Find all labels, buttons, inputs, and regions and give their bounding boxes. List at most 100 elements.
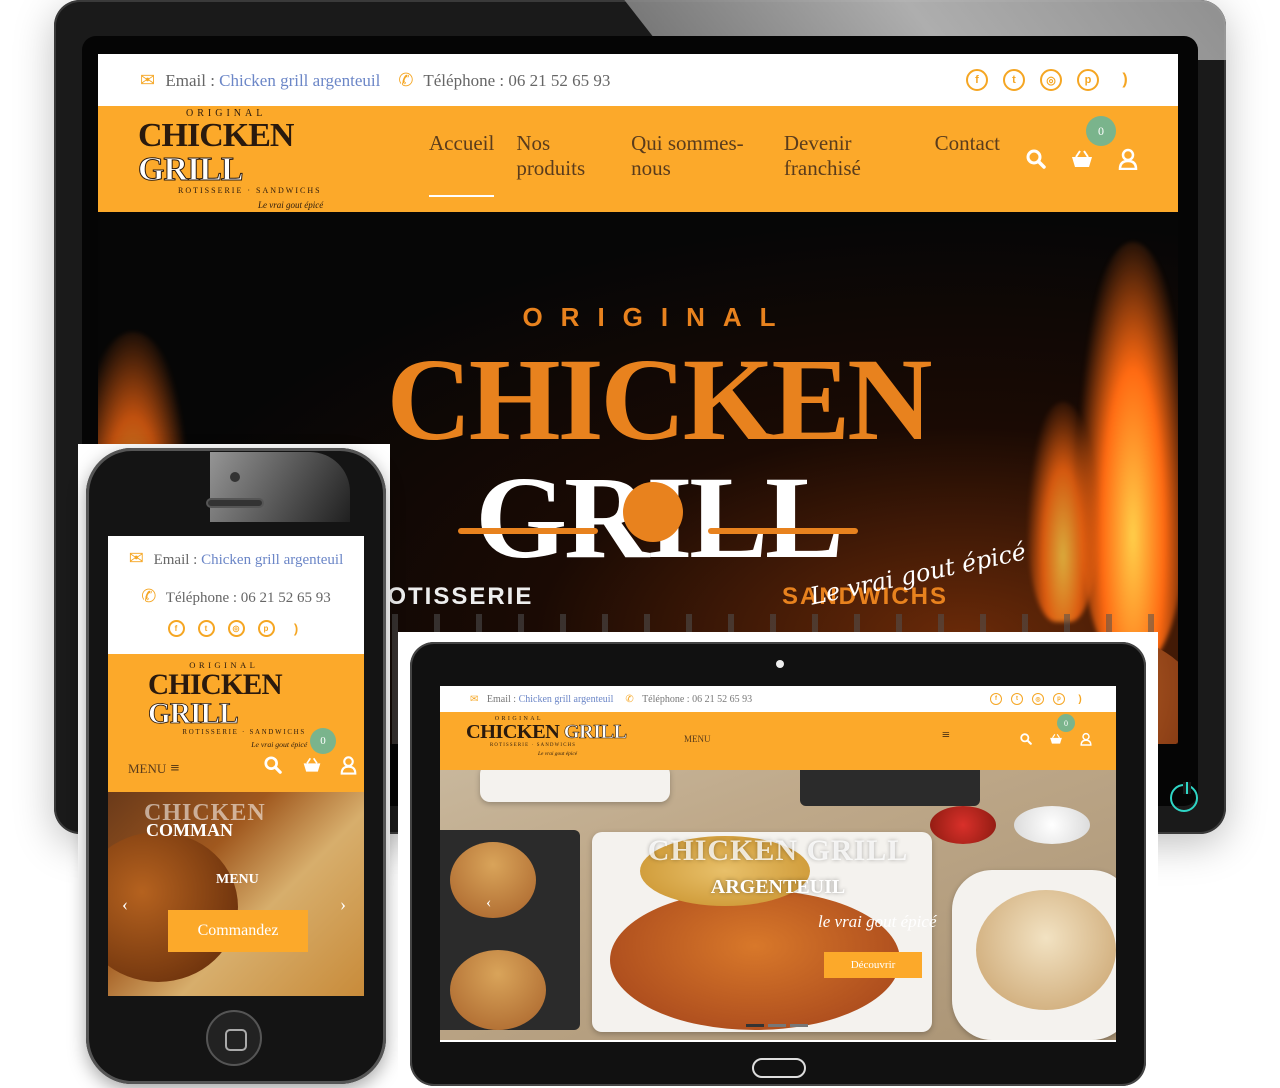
- flame-right: [1078, 242, 1178, 662]
- facebook-icon[interactable]: f: [990, 693, 1002, 705]
- email-info: ✉ Email : Chicken grill argenteuil: [140, 70, 380, 91]
- contact-info: ✉ Email : Chicken grill argenteuil ✆ Tél…: [140, 70, 610, 91]
- site-logo[interactable]: ORIGINAL CHICKEN GRILL ROTISSERIE · SAND…: [138, 108, 381, 210]
- phone-label: Téléphone :: [423, 70, 505, 90]
- decouvrir-button[interactable]: Découvrir: [824, 952, 922, 978]
- user-icon[interactable]: [340, 755, 357, 775]
- chevron-right-icon[interactable]: ›: [340, 894, 346, 915]
- tablet-screen: ✉ Email : Chicken grill argenteuil ✆ Tél…: [440, 686, 1116, 1042]
- nav-accueil[interactable]: Accueil: [429, 131, 495, 197]
- chicken-leg-icon: [623, 482, 683, 542]
- tablet-contact-bar: ✉ Email : Chicken grill argenteuil ✆ Tél…: [440, 686, 1116, 712]
- commandez-button[interactable]: Commandez: [168, 910, 308, 952]
- twitter-icon[interactable]: t: [197, 620, 215, 637]
- rss-icon[interactable]: ): [1074, 693, 1086, 705]
- search-icon[interactable]: [1020, 733, 1032, 745]
- twitter-icon[interactable]: t: [1011, 693, 1023, 705]
- chevron-left-icon[interactable]: ‹: [486, 894, 491, 912]
- search-icon[interactable]: [1026, 149, 1046, 169]
- cart-count-badge: 0: [1057, 714, 1075, 732]
- phone-camera: [230, 472, 240, 482]
- slider-dot[interactable]: [790, 1024, 808, 1027]
- user-icon[interactable]: [1118, 148, 1138, 170]
- phone-hero-sub: MENU: [216, 872, 259, 887]
- tablet-site-logo[interactable]: ORIGINAL CHICKEN GRILL ROTISSERIE · SAND…: [466, 716, 627, 756]
- slider-dot-active[interactable]: [746, 1024, 764, 1027]
- phone-social-links: f t ◎ p ): [108, 612, 364, 652]
- phone-site-logo[interactable]: ORIGINAL CHICKEN GRILL ROTISSERIE · SAND…: [148, 662, 334, 749]
- tablet-hero-tagline: le vrai gout épicé: [818, 912, 937, 931]
- phone-menu-toggle[interactable]: MENU ≡: [128, 760, 179, 778]
- social-links: f t ◎ p ): [966, 69, 1136, 91]
- tablet-home-button: [752, 1058, 806, 1078]
- email-link[interactable]: Chicken grill argenteuil: [519, 694, 614, 705]
- rss-icon[interactable]: ): [1114, 69, 1136, 91]
- phone-info: ✆ Téléphone : 06 21 52 65 93: [398, 70, 610, 91]
- tablet-social-links: f t ◎ p ): [990, 693, 1086, 705]
- phone-number[interactable]: 06 21 52 65 93: [241, 590, 331, 606]
- instagram-icon[interactable]: ◎: [227, 620, 245, 637]
- hamburger-icon[interactable]: ≡: [942, 728, 950, 744]
- envelope-icon: ✉: [470, 693, 479, 705]
- email-link[interactable]: Chicken grill argenteuil: [219, 71, 380, 90]
- instagram-icon[interactable]: ◎: [1040, 69, 1062, 91]
- cart-count-badge: 0: [1086, 116, 1116, 146]
- tablet-navbar: ORIGINAL CHICKEN GRILL ROTISSERIE · SAND…: [440, 712, 1116, 770]
- tablet-hero-title: CHICKEN GRILL: [647, 834, 909, 867]
- cart-count-badge: 0: [310, 728, 336, 754]
- phone-hero: CHICKEN COMMAN MENU ‹ › Commandez: [108, 792, 364, 996]
- phone-hero-headline: COMMAN: [146, 820, 233, 840]
- phone-gloss: [210, 452, 350, 522]
- basket-icon[interactable]: [1070, 149, 1094, 169]
- nav-devenir-franchise[interactable]: Devenir franchisé: [784, 131, 913, 187]
- pinterest-icon[interactable]: p: [1077, 69, 1099, 91]
- spatula-icon: [708, 528, 858, 534]
- phone-number[interactable]: 06 21 52 65 93: [508, 71, 610, 90]
- nav-icons: [1026, 148, 1138, 170]
- panini: [976, 890, 1116, 1010]
- power-button-icon: [1170, 782, 1198, 812]
- search-icon[interactable]: [264, 756, 282, 774]
- slate-board-top: [800, 770, 980, 806]
- flame-right-2: [1028, 402, 1098, 622]
- phone-speaker: [206, 498, 264, 508]
- chevron-left-icon[interactable]: ‹: [122, 894, 128, 915]
- rss-icon[interactable]: ): [288, 620, 305, 637]
- phone-navbar: ORIGINAL CHICKEN GRILL ROTISSERIE · SAND…: [108, 654, 364, 792]
- phone-icon: ✆: [398, 69, 414, 90]
- burger-2: [450, 950, 546, 1030]
- tablet-menu-label[interactable]: MENU: [684, 734, 711, 744]
- tablet-hero-subtitle: ARGENTEUIL: [710, 876, 846, 898]
- hamburger-icon: ≡: [170, 760, 180, 777]
- envelope-icon: ✉: [128, 548, 144, 568]
- main-menu: Accueil Nos produits Qui sommes-nous Dev…: [429, 131, 1000, 197]
- envelope-icon: ✉: [140, 69, 156, 90]
- main-navbar: ORIGINAL CHICKEN GRILL ROTISSERIE · SAND…: [98, 106, 1178, 212]
- phone-number[interactable]: 06 21 52 65 93: [692, 694, 752, 705]
- phone-icon: ✆: [625, 693, 634, 705]
- fork-icon: [458, 528, 598, 534]
- tablet-contact-info: ✉ Email : Chicken grill argenteuil ✆ Tél…: [470, 693, 753, 705]
- basket-icon[interactable]: [302, 756, 322, 774]
- instagram-icon[interactable]: ◎: [1032, 693, 1044, 705]
- slider-dots: [746, 1024, 808, 1027]
- slider-dot[interactable]: [768, 1024, 786, 1027]
- twitter-icon[interactable]: t: [1003, 69, 1025, 91]
- basket-icon[interactable]: [1049, 733, 1063, 745]
- phone-email-line: ✉ Email : Chicken grill argenteuil: [128, 548, 344, 568]
- nav-contact[interactable]: Contact: [935, 131, 1000, 187]
- plate-top: [480, 770, 670, 802]
- facebook-icon[interactable]: f: [966, 69, 988, 91]
- nav-nos-produits[interactable]: Nos produits: [516, 131, 609, 187]
- phone-icon: ✆: [141, 586, 157, 606]
- email-link[interactable]: Chicken grill argenteuil: [201, 552, 343, 568]
- pinterest-icon[interactable]: p: [1053, 693, 1065, 705]
- tablet-camera: [776, 660, 784, 668]
- hero-logo: ORIGINAL CHICKEN GRILL ROTISSERIESANDWIC…: [368, 302, 1029, 611]
- email-label: Email :: [165, 70, 215, 90]
- pinterest-icon[interactable]: p: [257, 620, 275, 637]
- facebook-icon[interactable]: f: [167, 620, 185, 637]
- top-contact-bar: ✉ Email : Chicken grill argenteuil ✆ Tél…: [98, 54, 1178, 106]
- nav-qui-sommes-nous[interactable]: Qui sommes-nous: [631, 131, 762, 187]
- user-icon[interactable]: [1080, 732, 1092, 746]
